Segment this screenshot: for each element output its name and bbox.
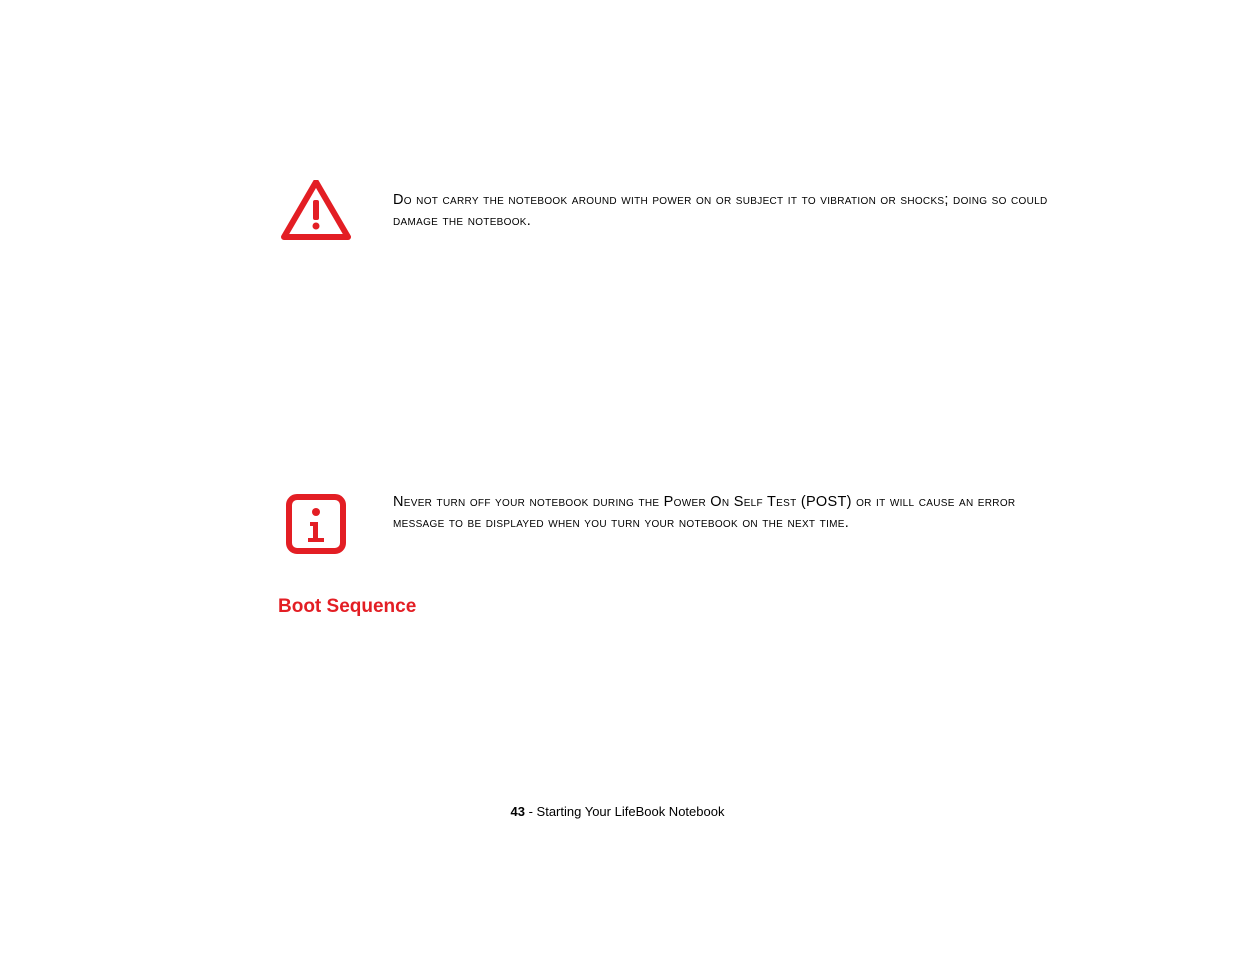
chapter-title: Starting Your LifeBook Notebook (537, 804, 725, 819)
warning-text: Do not carry the notebook around with po… (393, 180, 1068, 232)
warning-callout: Do not carry the notebook around with po… (278, 180, 1068, 242)
warning-icon-wrapper (278, 180, 353, 242)
info-icon (284, 492, 348, 556)
warning-icon (281, 180, 351, 242)
info-callout: Never turn off your notebook during the … (278, 492, 1068, 556)
section-heading: Boot Sequence (278, 596, 1068, 618)
info-icon-wrapper (278, 492, 353, 556)
info-text: Never turn off your notebook during the … (393, 492, 1068, 534)
footer-separator: - (525, 804, 537, 819)
page-footer: 43 - Starting Your LifeBook Notebook (0, 804, 1235, 819)
page-number: 43 (511, 804, 525, 819)
page-content: Do not carry the notebook around with po… (278, 180, 1068, 618)
